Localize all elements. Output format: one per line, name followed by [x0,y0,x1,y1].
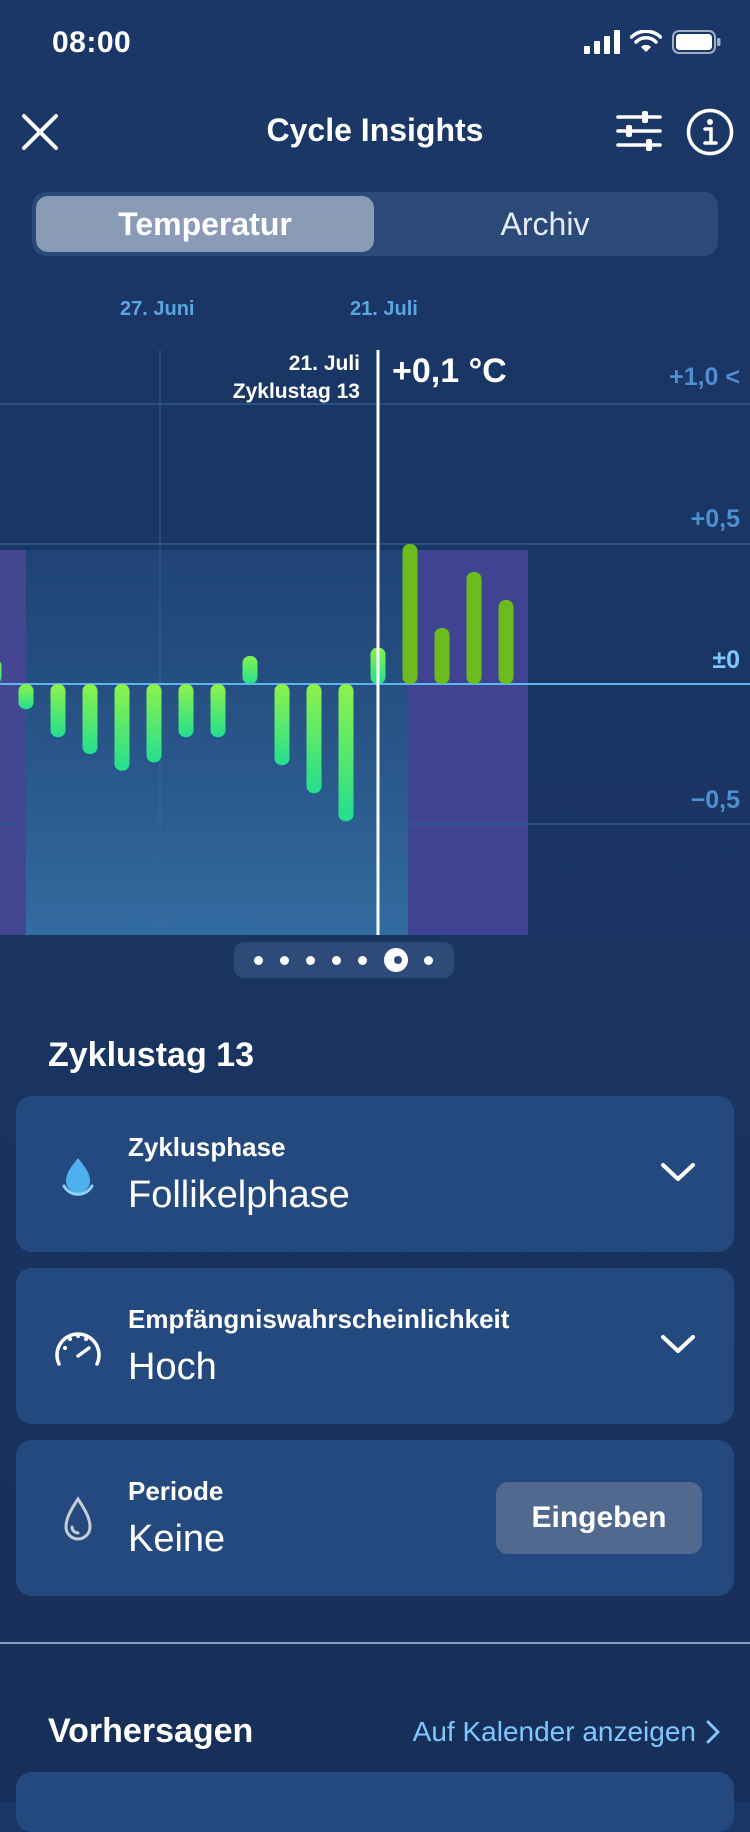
chart-bar [402,544,418,684]
y-tick-label: +0,5 [690,505,740,533]
y-tick-label: +1,0 < [669,363,740,391]
temperature-chart[interactable]: 27. Juni 21. Juli 21. Juli Zyklustag 13 … [0,280,750,940]
card-label: Periode [128,1476,224,1506]
selected-cycle-day: Zyklustag 13 [232,380,360,403]
chart-bar [434,628,450,684]
card-label: Empfängniswahrscheinlichkeit [128,1304,510,1334]
status-time: 08:00 [52,26,132,59]
pager-dot[interactable] [254,955,264,965]
selected-value: +0,1 °C [392,352,507,390]
pager-dot[interactable] [424,955,434,965]
drop-outline-icon [50,1492,106,1548]
sliders-icon [616,111,662,151]
chart-svg[interactable] [0,280,750,940]
tab-temperatur[interactable]: Temperatur [36,196,374,252]
gauge-icon [50,1320,106,1376]
divider [0,1642,750,1644]
pager-dot[interactable] [280,955,290,965]
chart-bar [50,684,66,738]
chart-bar [242,656,258,684]
card-value: Keine [128,1518,226,1560]
predictions-card[interactable] [16,1772,734,1832]
chart-bar [498,600,514,684]
filter-button[interactable] [614,106,664,156]
chart-bar [146,684,162,763]
fertility-card[interactable]: Empfängniswahrscheinlichkeit Hoch [16,1268,734,1424]
tab-archiv[interactable]: Archiv [376,196,714,252]
date-label-july: 21. Juli [350,298,418,320]
pager-dot[interactable] [383,948,408,972]
chart-bar [82,684,98,754]
y-tick-label: ±0 [712,646,740,674]
chart-bar [18,684,34,710]
cycle-phase-card[interactable]: Zyklusphase Follikelphase [16,1096,734,1252]
chart-bar [114,684,130,771]
wifi-icon [630,30,662,52]
chevron-down-icon[interactable] [658,1152,698,1192]
period-card[interactable]: Periode Keine Eingeben [16,1440,734,1596]
card-label: Zyklusphase [128,1132,286,1162]
chart-bar [306,684,322,794]
show-calendar-link[interactable]: Auf Kalender anzeigen [413,1716,720,1748]
card-value: Hoch [128,1346,217,1388]
card-value: Follikelphase [128,1174,350,1216]
chart-bar [210,684,226,738]
chart-bar [466,572,482,684]
chevron-down-icon[interactable] [658,1324,698,1364]
status-icons [584,30,722,54]
chart-bar [338,684,354,822]
pager-dot[interactable] [357,955,367,965]
phase-background [0,550,26,935]
pager-dot[interactable] [331,955,341,965]
predictions-title: Vorhersagen [48,1712,254,1750]
selected-date: 21. Juli [288,352,360,375]
info-icon [686,108,734,156]
cellular-signal-icon [584,30,620,54]
info-button[interactable] [684,106,736,158]
drop-icon [50,1148,106,1204]
segmented-control: Temperatur Archiv [32,192,718,256]
chart-bar [178,684,194,738]
y-tick-label: −0,5 [690,786,740,814]
pager-dot[interactable] [306,955,316,965]
show-calendar-link-label: Auf Kalender anzeigen [412,1716,696,1747]
chevron-right-icon [706,1720,720,1744]
chart-bar [274,684,290,766]
date-label-june: 27. Juni [120,298,195,320]
cycle-day-title: Zyklustag 13 [48,1036,254,1074]
battery-icon [672,30,721,54]
enter-period-button[interactable]: Eingeben [496,1482,702,1554]
chart-pager[interactable] [234,942,454,978]
